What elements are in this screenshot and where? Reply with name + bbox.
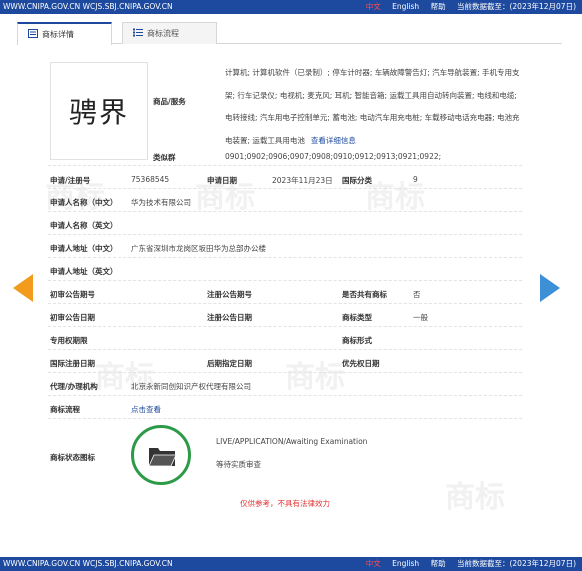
row-divider [48,303,522,304]
exclusive-label: 专用权期限 [50,336,88,345]
intl-class-value: 9 [413,175,418,184]
row-divider [48,418,522,419]
intl-class-label: 国际分类 [342,176,372,185]
watermark: 商标 [445,480,505,515]
tab-label: 商标详情 [42,30,74,39]
reg-pub-date-label: 注册公告日期 [207,313,252,322]
shared-value: 否 [413,290,421,299]
trademark-mark-text: 骋界 [68,96,129,129]
help-link[interactable]: 帮助 [431,559,446,568]
goods-list: 计算机; 计算机软件（已录制）; 停车计时器; 车辆故障警告灯; 汽车导航装置;… [225,68,520,145]
prelim-no-label: 初审公告期号 [50,290,95,299]
shared-label: 是否共有商标 [342,290,387,299]
row-divider [48,257,522,258]
lang-english-link[interactable]: English [392,2,419,11]
process-view-link[interactable]: 点击查看 [131,404,161,415]
process-label: 商标流程 [50,405,80,414]
similar-group-value: 0901;0902;0906;0907;0908;0910;0912;0913;… [225,152,442,161]
app-date-value: 2023年11月23日 [272,176,333,185]
view-details-link[interactable]: 查看详细信息 [311,136,356,145]
reg-no-label: 申请/注册号 [50,176,91,185]
row-divider [48,326,522,327]
row-divider [48,211,522,212]
lang-chinese-link[interactable]: 中文 [366,559,381,568]
next-arrow-icon[interactable] [540,274,560,302]
row-divider [48,165,522,166]
address-cn-value: 广东省深圳市龙岗区坂田华为总部办公楼 [131,244,266,253]
applicant-en-label: 申请人名称（英文） [50,221,118,230]
row-divider [48,234,522,235]
applicant-cn-value: 华为技术有限公司 [131,198,191,207]
address-en-label: 申请人地址（英文） [50,267,118,276]
row-divider [48,349,522,350]
status-icon-label: 商标状态图标 [50,453,95,462]
prelim-date-label: 初审公告日期 [50,313,95,322]
help-link[interactable]: 帮助 [431,2,446,11]
tm-type-label: 商标类型 [342,313,372,322]
tab-trademark-process[interactable]: 商标流程 [122,22,217,44]
data-date-text: 当前数据截至：(2023年12月07日) [456,559,576,568]
previous-arrow-icon[interactable] [13,274,33,302]
tm-type-value: 一般 [413,313,428,322]
applicant-cn-label: 申请人名称（中文） [50,198,118,207]
status-cn-text: 等待实质审查 [216,460,261,469]
address-cn-label: 申请人地址（中文） [50,244,118,253]
reg-no-value: 75368545 [131,175,170,184]
intl-reg-date-label: 国际注册日期 [50,359,95,368]
status-circle [131,425,191,485]
detail-tabs: 商标详情 商标流程 [17,22,562,45]
tab-label: 商标流程 [147,29,179,38]
row-divider [48,395,522,396]
row-divider [48,188,522,189]
tm-form-label: 商标形式 [342,336,372,345]
status-en-text: LIVE/APPLICATION/Awaiting Examination [216,437,368,446]
goods-services-text: 计算机; 计算机软件（已录制）; 停车计时器; 车辆故障警告灯; 汽车导航装置;… [225,62,525,152]
agent-label: 代理/办理机构 [50,382,98,391]
disclaimer-text: 仅供参考，不具有法律效力 [240,499,330,508]
later-date-label: 后期指定日期 [207,359,252,368]
document-icon [28,29,38,38]
row-divider [48,372,522,373]
priority-date-label: 优先权日期 [342,359,380,368]
app-date-label: 申请日期 [207,176,237,185]
reg-pub-no-label: 注册公告期号 [207,290,252,299]
agent-value: 北京永新同创知识产权代理有限公司 [131,382,251,391]
top-header-bar: WWW.CNIPA.GOV.CN WCJS.SBJ.CNIPA.GOV.CN 中… [0,0,582,14]
trademark-image: 骋界 [50,62,148,160]
site-url[interactable]: WWW.CNIPA.GOV.CN WCJS.SBJ.CNIPA.GOV.CN [3,557,173,571]
similar-group-label: 类似群 [153,153,176,162]
site-url[interactable]: WWW.CNIPA.GOV.CN WCJS.SBJ.CNIPA.GOV.CN [3,0,173,14]
goods-label: 商品/服务 [153,97,186,106]
lang-chinese-link[interactable]: 中文 [366,2,381,11]
folder-icon [148,448,176,467]
data-date-text: 当前数据截至：(2023年12月07日) [456,2,576,11]
bottom-header-bar: WWW.CNIPA.GOV.CN WCJS.SBJ.CNIPA.GOV.CN 中… [0,557,582,571]
watermark: 商标 [285,360,345,395]
trademark-detail-panel: 商标 商标 商标 商标 商标 商标 骋界 商品/服务 计算机; 计算机软件（已录… [35,52,535,522]
tab-trademark-details[interactable]: 商标详情 [17,22,112,45]
row-divider [48,280,522,281]
list-icon [133,28,143,37]
lang-english-link[interactable]: English [392,559,419,568]
